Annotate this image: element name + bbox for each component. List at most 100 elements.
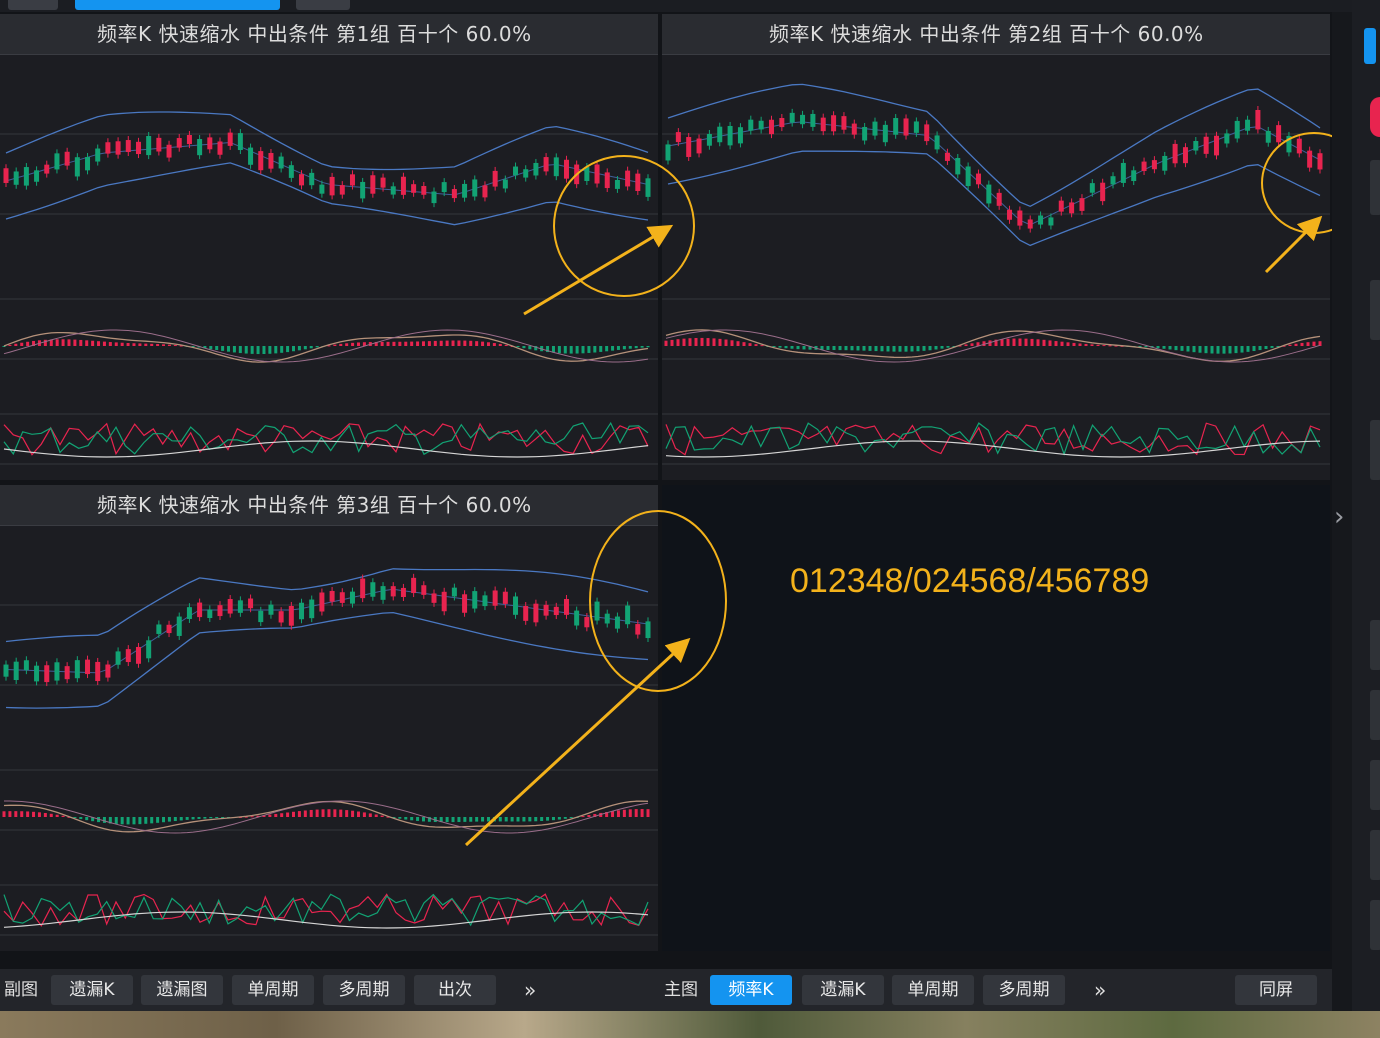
macd-bar	[114, 817, 118, 824]
macd-bar	[421, 341, 425, 346]
macd-bar	[964, 344, 968, 346]
candle-body	[614, 179, 620, 189]
candle-body	[431, 191, 437, 204]
macd-bar	[486, 342, 490, 346]
macd-bar	[173, 345, 177, 347]
sidebar-button[interactable]	[1364, 28, 1376, 64]
kline-chart[interactable]	[0, 485, 658, 951]
more-icon[interactable]: »	[1094, 975, 1106, 1005]
macd-bar	[250, 346, 254, 354]
candle-body	[1214, 135, 1220, 156]
sub-multi-period-button[interactable]: 多周期	[323, 975, 405, 1005]
macd-bar	[504, 344, 508, 346]
macd-bar	[593, 346, 597, 353]
main-single-period-button[interactable]: 单周期	[892, 975, 974, 1005]
tab-fast-shrink[interactable]	[75, 0, 280, 10]
macd-bar	[844, 346, 848, 351]
main-missing-k-button[interactable]: 遗漏K	[802, 975, 884, 1005]
candle-body	[482, 185, 488, 198]
sidebar-block[interactable]	[1370, 690, 1380, 740]
more-icon[interactable]: »	[524, 975, 536, 1005]
macd-bar	[303, 346, 307, 350]
macd-bar	[162, 817, 166, 823]
candle-body	[563, 598, 569, 615]
sidebar-block[interactable]	[1370, 280, 1380, 340]
macd-bar	[14, 811, 18, 817]
sidebar-block[interactable]	[1370, 900, 1380, 950]
macd-bar	[398, 817, 402, 819]
tab-left[interactable]	[8, 0, 58, 10]
candle-body	[1224, 133, 1230, 144]
macd-bar	[61, 339, 65, 346]
macd-bar	[498, 343, 502, 346]
macd-bar	[156, 344, 160, 346]
macd-bar	[862, 346, 866, 351]
macd-bar	[8, 811, 12, 817]
macd-bar	[1198, 346, 1202, 353]
panel-scroller[interactable]: ›	[1332, 12, 1352, 1011]
same-screen-button[interactable]: 同屏	[1235, 975, 1317, 1005]
macd-bar	[628, 346, 632, 349]
kline-chart[interactable]	[662, 14, 1330, 480]
macd-bar	[286, 812, 290, 817]
sidebar-block[interactable]	[1370, 420, 1380, 480]
sub-occurrences-button[interactable]: 出次	[414, 975, 496, 1005]
record-icon[interactable]	[1370, 97, 1380, 137]
sub-single-period-button[interactable]: 单周期	[232, 975, 314, 1005]
candle-body	[23, 167, 29, 186]
macd-bar	[179, 817, 183, 821]
sidebar-block[interactable]	[1370, 830, 1380, 880]
candle-body	[411, 577, 417, 594]
macd-bar	[469, 340, 473, 346]
candle-body	[74, 157, 80, 177]
macd-bar	[1240, 346, 1244, 353]
candle-body	[1027, 219, 1033, 229]
sub-missing-chart-button[interactable]: 遗漏图	[141, 975, 223, 1005]
main-frequency-k-button[interactable]: 频率K	[710, 975, 792, 1005]
candle-body	[675, 132, 681, 143]
candle-body	[635, 173, 641, 192]
candle-body	[288, 165, 294, 178]
candle-body	[441, 182, 447, 193]
sidebar-block[interactable]	[1370, 160, 1380, 215]
candle-body	[543, 604, 549, 616]
band-lower	[667, 150, 1321, 247]
candle-body	[156, 137, 162, 152]
oscillator-line	[3, 893, 649, 927]
macd-bar	[1054, 341, 1058, 346]
candle-body	[74, 660, 80, 679]
candle-body	[13, 171, 19, 185]
candle-body	[441, 591, 447, 612]
candle-body	[513, 596, 519, 615]
macd-bar	[297, 811, 301, 817]
candle-body	[1120, 162, 1126, 183]
macd-bar	[563, 817, 567, 819]
sub-missing-k-button[interactable]: 遗漏K	[51, 975, 133, 1005]
candle-body	[207, 609, 213, 619]
macd-bar	[1024, 338, 1028, 346]
macd-bar	[1102, 345, 1106, 347]
macd-bar	[398, 341, 402, 346]
candle-body	[955, 157, 961, 175]
macd-bar	[20, 811, 24, 817]
candle-body	[625, 605, 631, 625]
macd-bar	[132, 343, 136, 346]
sidebar-block[interactable]	[1370, 620, 1380, 670]
sidebar-block[interactable]	[1370, 760, 1380, 810]
candle-body	[789, 112, 795, 123]
candle-body	[553, 606, 559, 616]
candle-body	[299, 602, 305, 620]
macd-bar	[784, 346, 788, 349]
chevron-right-icon[interactable]: ›	[1334, 502, 1344, 532]
candle-body	[543, 157, 549, 172]
macd-bar	[1264, 346, 1268, 350]
candle-body	[934, 135, 940, 150]
macd-bar	[191, 817, 195, 820]
tab-plus[interactable]	[296, 0, 350, 10]
candle-body	[472, 591, 478, 609]
main-multi-period-button[interactable]: 多周期	[983, 975, 1065, 1005]
macd-bar	[351, 810, 355, 817]
kline-chart[interactable]	[0, 14, 658, 480]
macd-bar	[1096, 344, 1100, 346]
macd-bar	[43, 339, 47, 346]
